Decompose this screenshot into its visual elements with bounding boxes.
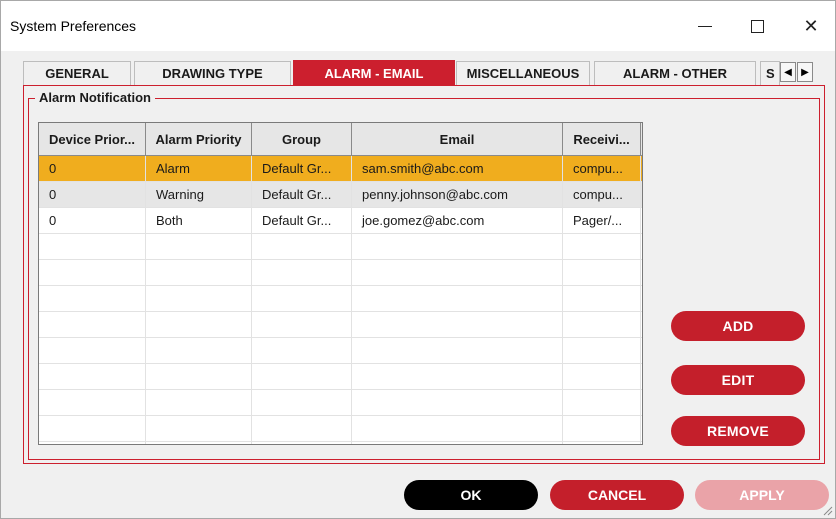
system-preferences-window: System Preferences ✕ GENERAL DRAWING TYP… [0, 0, 836, 519]
table-row[interactable]: 0 Both Default Gr... joe.gomez@abc.com P… [39, 208, 642, 234]
cell-receiving: compu... [563, 182, 641, 208]
group-label: Alarm Notification [35, 90, 155, 105]
cell-group: Default Gr... [252, 208, 352, 234]
tab-strip: GENERAL DRAWING TYPE ALARM - EMAIL MISCE… [23, 60, 813, 86]
add-button[interactable]: ADD [671, 311, 805, 341]
tab-alarm-other[interactable]: ALARM - OTHER [594, 61, 756, 85]
empty-row [39, 390, 642, 416]
ok-button[interactable]: OK [404, 480, 538, 510]
tab-general[interactable]: GENERAL [23, 61, 131, 85]
apply-button[interactable]: APPLY [695, 480, 829, 510]
cell-email: penny.johnson@abc.com [352, 182, 563, 208]
cell-group: Default Gr... [252, 156, 352, 182]
column-header-alarm-priority[interactable]: Alarm Priority [146, 123, 252, 156]
empty-row [39, 234, 642, 260]
tab-alarm-email[interactable]: ALARM - EMAIL [293, 60, 455, 86]
cell-email: joe.gomez@abc.com [352, 208, 563, 234]
alarm-notification-table[interactable]: Device Prior... Alarm Priority Group Ema… [38, 122, 643, 445]
window-title: System Preferences [10, 18, 137, 34]
column-header-receiving[interactable]: Receivi... [563, 123, 641, 156]
empty-row [39, 364, 642, 390]
arrow-right-icon: ▶ [801, 66, 809, 78]
cell-alarm-priority: Alarm [146, 156, 252, 182]
empty-row [39, 286, 642, 312]
cell-group: Default Gr... [252, 182, 352, 208]
minimize-icon [698, 25, 712, 27]
title-bar: System Preferences ✕ [1, 1, 835, 51]
cancel-button[interactable]: CANCEL [550, 480, 684, 510]
cell-receiving: Pager/... [563, 208, 641, 234]
tab-scroll-left-button[interactable]: ◀ [780, 62, 796, 82]
cell-device-priority: 0 [39, 182, 146, 208]
empty-row [39, 260, 642, 286]
table-header: Device Prior... Alarm Priority Group Ema… [39, 123, 642, 156]
column-header-email[interactable]: Email [352, 123, 563, 156]
tab-drawing-type[interactable]: DRAWING TYPE [134, 61, 291, 85]
cell-device-priority: 0 [39, 208, 146, 234]
table-row[interactable]: 0 Alarm Default Gr... sam.smith@abc.com … [39, 156, 642, 182]
empty-row [39, 416, 642, 442]
arrow-left-icon: ◀ [784, 66, 792, 78]
tab-scroll-right-button[interactable]: ▶ [797, 62, 813, 82]
edit-button[interactable]: EDIT [671, 365, 805, 395]
cell-alarm-priority: Warning [146, 182, 252, 208]
close-button[interactable]: ✕ [788, 9, 834, 43]
cell-device-priority: 0 [39, 156, 146, 182]
empty-row [39, 312, 642, 338]
column-header-group[interactable]: Group [252, 123, 352, 156]
tab-miscellaneous[interactable]: MISCELLANEOUS [456, 61, 590, 85]
close-icon: ✕ [803, 15, 819, 36]
remove-button[interactable]: REMOVE [671, 416, 805, 446]
table-row[interactable]: 0 Warning Default Gr... penny.johnson@ab… [39, 182, 642, 208]
cell-receiving: compu... [563, 156, 641, 182]
cell-email: sam.smith@abc.com [352, 156, 563, 182]
cell-alarm-priority: Both [146, 208, 252, 234]
maximize-icon [750, 19, 764, 33]
minimize-button[interactable] [682, 9, 728, 43]
column-header-device-priority[interactable]: Device Prior... [39, 123, 146, 156]
resize-grip-icon[interactable] [821, 504, 833, 516]
empty-row [39, 338, 642, 364]
tab-truncated[interactable]: S [760, 61, 780, 85]
maximize-button[interactable] [734, 9, 780, 43]
